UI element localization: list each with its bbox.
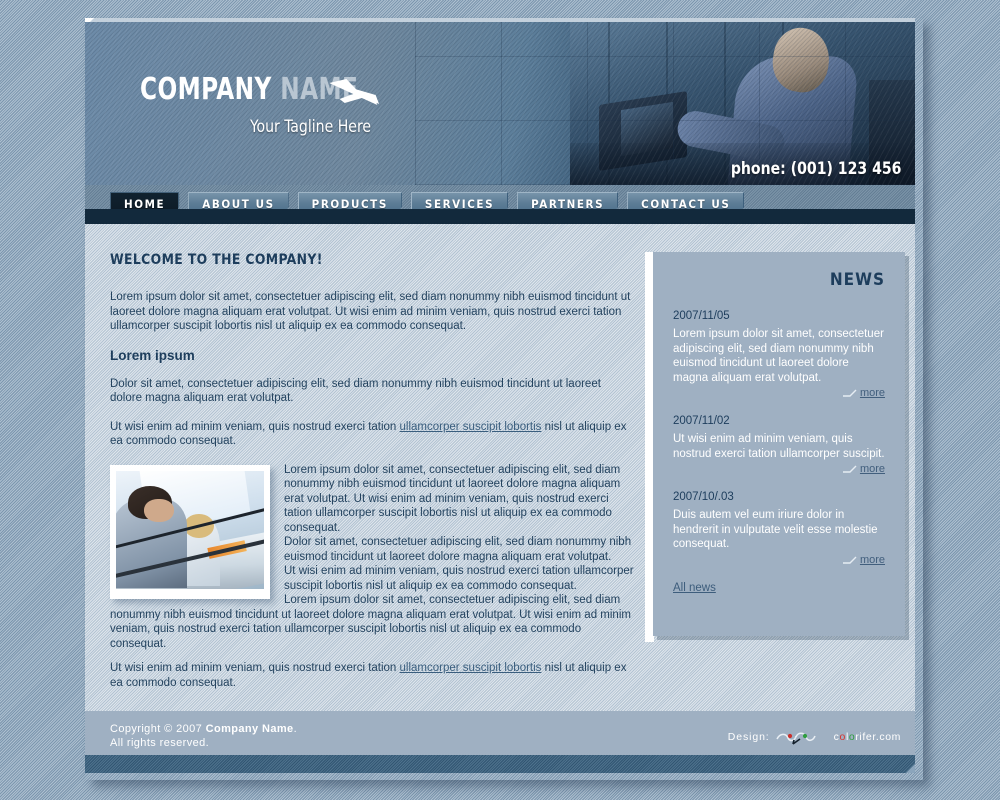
all-news-link[interactable]: All news — [673, 582, 716, 594]
main-column: WELCOME TO THE COMPANY! Lorem ipsum dolo… — [105, 252, 635, 704]
news-item-date: 2007/10/.03 — [673, 491, 734, 503]
section-heading: Lorem ipsum — [110, 347, 195, 363]
header-phone-number: phone: (001) 123 456 — [730, 159, 901, 179]
photo-man-face — [144, 498, 174, 523]
news-item-text: Duis autem vel eum iriure dolor in hendr… — [673, 509, 878, 550]
copyright-company-name: Company Name — [205, 723, 294, 735]
news-item: 2007/11/02 Ut wisi enim ad minim veniam,… — [673, 415, 885, 475]
content-photo-frame — [110, 464, 270, 599]
nav-item-products[interactable]: PRODUCTS — [297, 192, 402, 216]
news-more-link[interactable]: more — [860, 387, 885, 399]
domain-part: rifer.com — [855, 731, 901, 743]
colorifer-logo-icon — [775, 732, 816, 745]
content-photo — [116, 470, 264, 589]
airplane-icon — [329, 79, 380, 105]
arrow-icon — [842, 465, 857, 473]
news-item: 2007/11/05 Lorem ipsum dolor sit amet, c… — [673, 310, 885, 399]
site-logo[interactable]: COMPANY NAME Your Tagline Here — [140, 72, 394, 137]
all-news-row: All news — [673, 582, 885, 594]
section-paragraph-1: Dolor sit amet, consectetuer adipiscing … — [110, 377, 601, 405]
copyright-prefix: Copyright © 2007 — [110, 723, 206, 735]
copyright-text: Copyright © 2007 Company Name. All right… — [110, 722, 297, 750]
logo-primary-word: COMPANY — [140, 72, 272, 107]
nav-item-partners[interactable]: PARTNERS — [517, 192, 619, 216]
news-item-text: Ut wisi enim ad minim veniam, quis nostr… — [673, 433, 885, 460]
news-item-more: more — [673, 387, 885, 399]
page-title: WELCOME TO THE COMPANY! — [110, 252, 323, 268]
section-paragraph-2: Ut wisi enim ad minim veniam, quis nostr… — [110, 420, 635, 449]
paragraph-text-before-link: Ut wisi enim ad minim veniam, quis nostr… — [110, 662, 400, 674]
float-paragraph-4: Lorem ipsum dolor sit amet, consectetuer… — [110, 594, 631, 650]
logo-text: COMPANY NAME — [140, 72, 380, 107]
rights-reserved-text: All rights reserved. — [110, 737, 210, 749]
inline-link-lobortis[interactable]: ullamcorper suscipit lobortis — [400, 421, 542, 433]
nav-item-services[interactable]: SERVICES — [410, 192, 509, 216]
news-panel: NEWS 2007/11/05 Lorem ipsum dolor sit am… — [653, 252, 905, 636]
news-item-more: more — [673, 463, 885, 475]
site-header: COMPANY NAME Your Tagline Here phone: (0… — [85, 22, 915, 185]
main-navigation: HOME ABOUT US PRODUCTS SERVICES PARTNERS… — [85, 185, 915, 224]
news-more-link[interactable]: more — [860, 463, 885, 475]
arrow-icon — [842, 389, 857, 397]
designer-credit: Design: colorifer.com — [728, 728, 901, 746]
copyright-suffix: . — [293, 723, 298, 735]
news-item-more: more — [673, 554, 885, 566]
news-more-link[interactable]: more — [860, 554, 885, 566]
nav-item-contact-us[interactable]: CONTACT US — [627, 192, 745, 216]
news-item-date: 2007/11/02 — [673, 415, 730, 427]
news-panel-title: NEWS — [829, 270, 885, 290]
inline-link-lobortis[interactable]: ullamcorper suscipit lobortis — [400, 662, 542, 674]
closing-paragraph: Ut wisi enim ad minim veniam, quis nostr… — [110, 651, 635, 690]
news-item: 2007/10/.03 Duis autem vel eum iriure do… — [673, 491, 885, 566]
site-tagline: Your Tagline Here — [250, 117, 372, 137]
arrow-icon — [842, 556, 857, 564]
news-item-text: Lorem ipsum dolor sit amet, consectetuer… — [673, 328, 884, 384]
nav-item-list: HOME ABOUT US PRODUCTS SERVICES PARTNERS… — [110, 192, 745, 216]
site-footer: Copyright © 2007 Company Name. All right… — [85, 711, 915, 755]
design-label: Design: — [727, 731, 770, 743]
image-and-text-block: Lorem ipsum dolor sit amet, consectetuer… — [110, 463, 635, 652]
nav-item-about-us[interactable]: ABOUT US — [188, 192, 289, 216]
news-item-date: 2007/11/05 — [673, 310, 730, 322]
paragraph-text-before-link: Ut wisi enim ad minim veniam, quis nostr… — [110, 420, 400, 433]
nav-item-home[interactable]: HOME — [110, 192, 180, 216]
intro-paragraph: Lorem ipsum dolor sit amet, consectetuer… — [110, 291, 631, 332]
designer-domain[interactable]: colorifer.com — [834, 731, 901, 743]
footer-bottom-strip — [85, 755, 915, 773]
